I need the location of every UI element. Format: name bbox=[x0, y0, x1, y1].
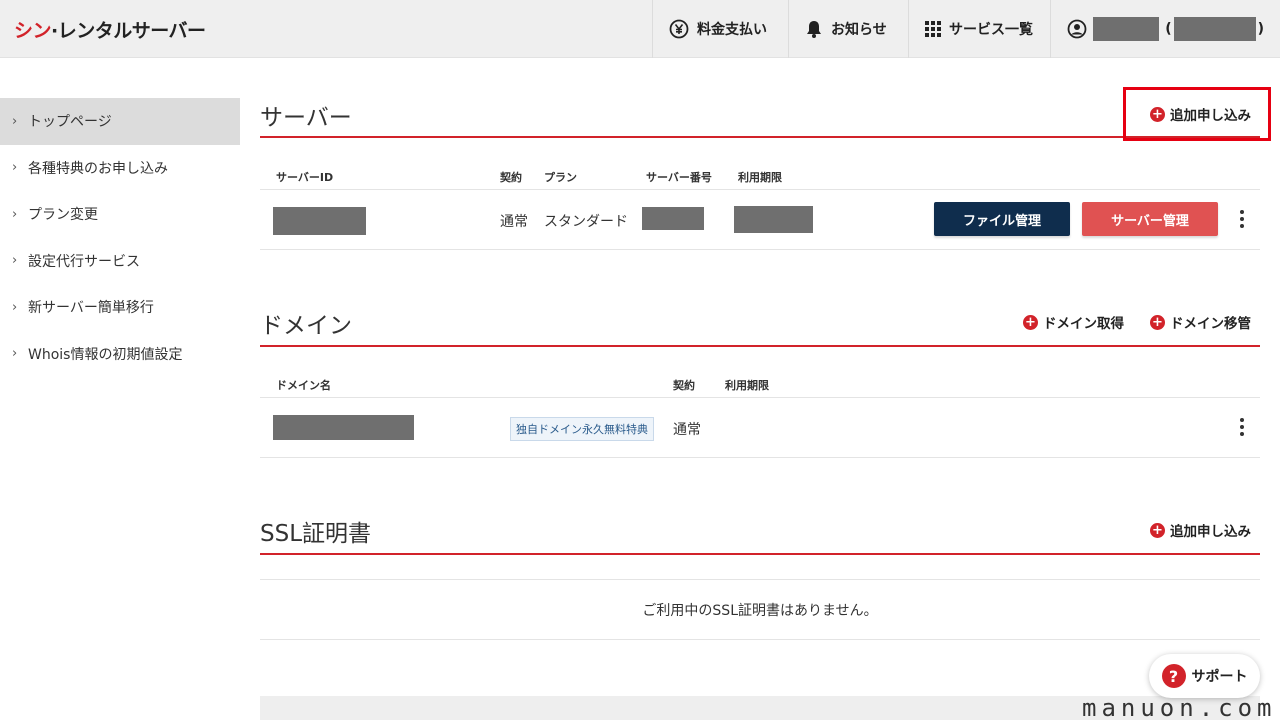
ssl-add-label: 追加申し込み bbox=[1170, 524, 1251, 540]
divider bbox=[260, 457, 1260, 458]
plus-circle-icon: + bbox=[1150, 522, 1165, 538]
domain-contract: 通常 bbox=[673, 422, 701, 438]
bell-icon bbox=[807, 21, 821, 38]
sidebar-item-benefits[interactable]: › 各種特典のお申し込み bbox=[0, 145, 240, 192]
ssl-empty-message: ご利用中のSSL証明書はありません。 bbox=[642, 603, 878, 619]
col-domain-name: ドメイン名 bbox=[276, 379, 331, 392]
ssl-add-link[interactable]: + 追加申し込み bbox=[1150, 520, 1251, 540]
domain-section-title: ドメイン bbox=[260, 313, 352, 339]
watermark: manuon.com bbox=[1082, 694, 1277, 722]
services-label: サービス一覧 bbox=[949, 22, 1033, 38]
logo-accent: シン bbox=[14, 20, 52, 42]
sidebar-item-label: 新サーバー簡単移行 bbox=[28, 300, 154, 317]
user-menu[interactable]: ( ) bbox=[1050, 0, 1280, 58]
col-plan: プラン bbox=[544, 171, 577, 184]
col-server-id: サーバーID bbox=[276, 171, 334, 184]
ssl-section-title: SSL証明書 bbox=[260, 521, 372, 547]
server-manager-button[interactable]: サーバー管理 bbox=[1082, 202, 1218, 236]
support-button[interactable]: ? サポート bbox=[1149, 654, 1260, 698]
sidebar-item-label: Whois情報の初期値設定 bbox=[28, 346, 183, 363]
col-contract: 契約 bbox=[673, 379, 695, 392]
col-contract: 契約 bbox=[500, 171, 522, 184]
billing-label: 料金支払い bbox=[697, 22, 767, 38]
chevron-right-icon: › bbox=[12, 299, 18, 315]
user-id-redacted bbox=[1173, 17, 1256, 41]
divider bbox=[260, 189, 1260, 190]
question-icon: ? bbox=[1161, 664, 1186, 688]
ssl-section-header: SSL証明書 + 追加申し込み bbox=[260, 512, 1260, 555]
server-section-header: サーバー + 追加申し込み bbox=[260, 96, 1260, 138]
divider bbox=[260, 579, 1260, 580]
server-section-title: サーバー bbox=[260, 105, 352, 131]
col-expiry: 利用期限 bbox=[725, 379, 769, 392]
server-id-redacted bbox=[273, 207, 366, 235]
notice-nav[interactable]: お知らせ bbox=[788, 0, 908, 58]
col-server-number: サーバー番号 bbox=[646, 171, 712, 184]
domain-benefit-badge: 独自ドメイン永久無料特典 bbox=[510, 417, 654, 441]
chevron-right-icon: › bbox=[12, 206, 18, 222]
top-bar: シン·レンタルサーバー 料金支払い お知らせ サービス一覧 () bbox=[0, 0, 1280, 58]
sidebar: › トップページ › 各種特典のお申し込み › プラン変更 › 設定代行サービス… bbox=[0, 98, 240, 377]
sidebar-item-top[interactable]: › トップページ bbox=[0, 98, 240, 145]
server-plan: スタンダード bbox=[544, 214, 628, 230]
user-icon bbox=[1067, 19, 1087, 39]
billing-nav[interactable]: 料金支払い bbox=[652, 0, 788, 58]
highlight-annotation bbox=[1123, 87, 1271, 141]
services-nav[interactable]: サービス一覧 bbox=[908, 0, 1050, 58]
notice-label: お知らせ bbox=[831, 22, 887, 38]
plus-circle-icon: + bbox=[1150, 314, 1165, 330]
user-paren-open: ( bbox=[1165, 21, 1172, 37]
divider bbox=[260, 397, 1260, 398]
server-number-redacted bbox=[642, 207, 704, 230]
plus-circle-icon: + bbox=[1023, 314, 1038, 330]
sidebar-item-whois[interactable]: › Whois情報の初期値設定 bbox=[0, 331, 240, 378]
sidebar-item-migration[interactable]: › 新サーバー簡単移行 bbox=[0, 284, 240, 331]
domain-name-redacted bbox=[273, 415, 414, 440]
domain-transfer-link[interactable]: + ドメイン移管 bbox=[1150, 312, 1251, 332]
more-options-icon[interactable] bbox=[1240, 418, 1244, 439]
grid-icon bbox=[925, 21, 941, 37]
sidebar-item-setup-service[interactable]: › 設定代行サービス bbox=[0, 238, 240, 285]
chevron-right-icon: › bbox=[12, 113, 18, 129]
sidebar-item-label: プラン変更 bbox=[28, 207, 98, 224]
sidebar-item-plan-change[interactable]: › プラン変更 bbox=[0, 191, 240, 238]
chevron-right-icon: › bbox=[12, 346, 18, 362]
file-manager-button[interactable]: ファイル管理 bbox=[934, 202, 1070, 236]
more-options-icon[interactable] bbox=[1240, 210, 1244, 231]
sidebar-item-label: トップページ bbox=[28, 114, 112, 131]
server-expiry-redacted bbox=[734, 206, 813, 233]
user-name-redacted bbox=[1093, 17, 1160, 41]
domain-get-label: ドメイン取得 bbox=[1043, 316, 1124, 332]
chevron-right-icon: › bbox=[12, 160, 18, 176]
col-expiry: 利用期限 bbox=[738, 171, 782, 184]
domain-get-link[interactable]: + ドメイン取得 bbox=[1023, 312, 1124, 332]
support-label: サポート bbox=[1191, 669, 1248, 685]
divider bbox=[260, 249, 1260, 250]
domain-section-header: ドメイン + ドメイン取得 + ドメイン移管 bbox=[260, 304, 1260, 347]
domain-transfer-label: ドメイン移管 bbox=[1170, 316, 1251, 332]
user-paren-close: ) bbox=[1257, 21, 1264, 37]
yen-icon bbox=[669, 19, 689, 39]
chevron-right-icon: › bbox=[12, 253, 18, 269]
divider bbox=[260, 639, 1260, 640]
sidebar-item-label: 各種特典のお申し込み bbox=[28, 160, 168, 177]
logo-text: ·レンタルサーバー bbox=[51, 20, 206, 42]
server-contract: 通常 bbox=[500, 214, 528, 230]
sidebar-item-label: 設定代行サービス bbox=[28, 253, 140, 270]
logo[interactable]: シン·レンタルサーバー bbox=[14, 16, 206, 43]
